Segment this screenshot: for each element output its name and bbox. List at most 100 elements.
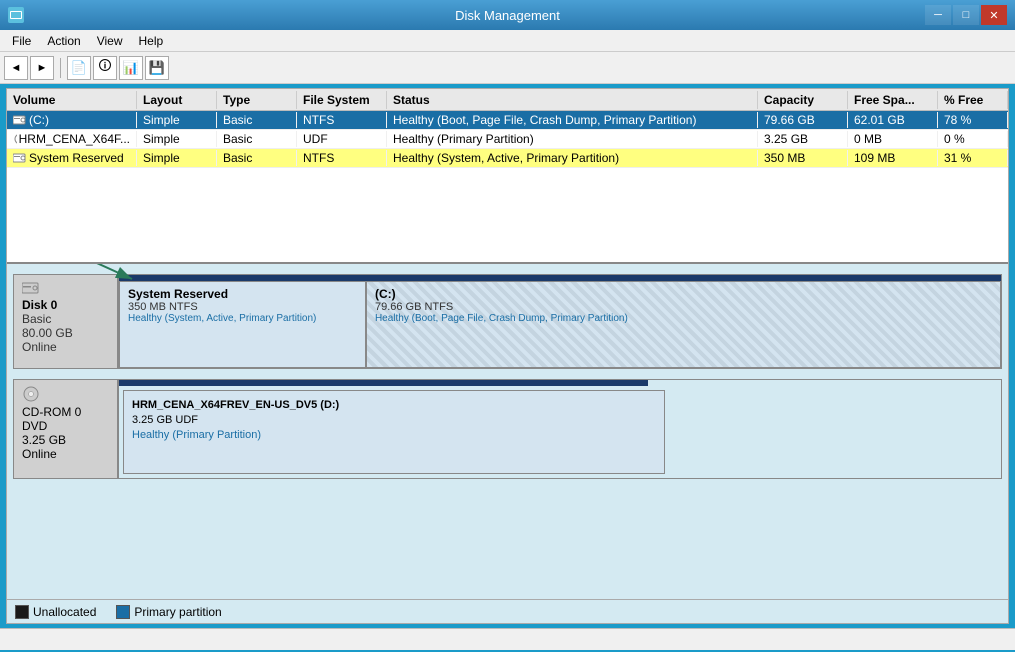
- disk0-label: Disk 0 Basic 80.00 GB Online: [13, 274, 118, 369]
- menu-file[interactable]: File: [4, 32, 39, 50]
- cdrom0-icon: [22, 386, 40, 402]
- partition-name: System Reserved: [128, 287, 357, 301]
- col-header-volume: Volume: [7, 91, 137, 109]
- legend-primary-label: Primary partition: [134, 605, 221, 619]
- cell-capacity: 3.25 GB: [758, 131, 848, 147]
- menu-action[interactable]: Action: [39, 32, 88, 50]
- cell-freespace: 62.01 GB: [848, 112, 938, 128]
- legend-unallocated-box: [15, 605, 29, 619]
- cdrom-vol-size: 3.25 GB UDF: [132, 414, 656, 426]
- toolbar-info[interactable]: 🛈: [93, 56, 117, 80]
- cdrom0-partition-row: HRM_CENA_X64FREV_EN-US_DV5 (D:) 3.25 GB …: [119, 386, 1001, 478]
- cell-freepct: 0 %: [938, 131, 1008, 147]
- toolbar-sep-1: [60, 58, 61, 78]
- cell-type: Basic: [217, 112, 297, 128]
- cdrom0-size: 3.25 GB: [22, 433, 109, 447]
- cell-fs: UDF: [297, 131, 387, 147]
- cell-status: Healthy (Boot, Page File, Crash Dump, Pr…: [387, 112, 758, 128]
- cell-volume: (C:): [7, 112, 137, 128]
- table-row[interactable]: (C:) Simple Basic NTFS Healthy (Boot, Pa…: [7, 111, 1008, 130]
- partition-c-drive[interactable]: (C:) 79.66 GB NTFS Healthy (Boot, Page F…: [366, 281, 1001, 368]
- cell-fs: NTFS: [297, 150, 387, 166]
- legend-primary-box: [116, 605, 130, 619]
- disk-map: Disk 0 Basic 80.00 GB Online System Rese…: [7, 264, 1008, 599]
- col-header-fs: File System: [297, 91, 387, 109]
- cdrom0-status: Online: [22, 447, 109, 461]
- partition-status: Healthy (System, Active, Primary Partiti…: [128, 313, 357, 324]
- disk0-partition-row: System Reserved 350 MB NTFS Healthy (Sys…: [119, 281, 1001, 368]
- cell-layout: Simple: [137, 112, 217, 128]
- col-header-layout: Layout: [137, 91, 217, 109]
- cdrom-vol-status: Healthy (Primary Partition): [132, 429, 656, 441]
- col-header-capacity: Capacity: [758, 91, 848, 109]
- toolbar-new[interactable]: 📄: [67, 56, 91, 80]
- legend-unallocated: Unallocated: [15, 605, 96, 619]
- partition-status: Healthy (Boot, Page File, Crash Dump, Pr…: [375, 313, 992, 324]
- disk0-status: Online: [22, 340, 109, 354]
- title-bar: Disk Management ─ □ ✕: [0, 0, 1015, 30]
- toolbar-forward[interactable]: ►: [30, 56, 54, 80]
- table-row[interactable]: HRM_CENA_X64F... Simple Basic UDF Health…: [7, 130, 1008, 149]
- volume-table: Volume Layout Type File System Status Ca…: [7, 89, 1008, 264]
- maximize-button[interactable]: □: [953, 5, 979, 25]
- toolbar-back[interactable]: ◄: [4, 56, 28, 80]
- minimize-button[interactable]: ─: [925, 5, 951, 25]
- cdrom0-type: DVD: [22, 419, 109, 433]
- cell-layout: Simple: [137, 131, 217, 147]
- cell-volume: HRM_CENA_X64F...: [7, 131, 137, 147]
- cdrom0-name: CD-ROM 0: [22, 405, 109, 419]
- col-header-freepct: % Free: [938, 91, 1008, 109]
- disk0-name: Disk 0: [22, 298, 109, 312]
- cd-icon: [13, 133, 17, 145]
- cell-freepct: 31 %: [938, 150, 1008, 166]
- cell-type: Basic: [217, 131, 297, 147]
- drive-icon: [13, 152, 27, 164]
- cell-fs: NTFS: [297, 112, 387, 128]
- status-bar: [0, 628, 1015, 650]
- cdrom0-label: CD-ROM 0 DVD 3.25 GB Online: [13, 379, 118, 479]
- partition-size: 350 MB NTFS: [128, 301, 357, 313]
- cdrom0-partitions: HRM_CENA_X64FREV_EN-US_DV5 (D:) 3.25 GB …: [118, 379, 1002, 479]
- cdrom-vol-name: HRM_CENA_X64FREV_EN-US_DV5 (D:): [132, 399, 656, 411]
- col-header-freespace: Free Spa...: [848, 91, 938, 109]
- menu-bar: File Action View Help: [0, 30, 1015, 52]
- disk0-icon: [22, 281, 40, 295]
- menu-view[interactable]: View: [89, 32, 131, 50]
- cdrom0-volume[interactable]: HRM_CENA_X64FREV_EN-US_DV5 (D:) 3.25 GB …: [123, 390, 665, 474]
- cdrom0-row: CD-ROM 0 DVD 3.25 GB Online HRM_CENA_X64…: [13, 379, 1002, 479]
- toolbar-save[interactable]: 💾: [145, 56, 169, 80]
- menu-help[interactable]: Help: [131, 32, 172, 50]
- window-title: Disk Management: [0, 8, 1015, 23]
- cell-freespace: 109 MB: [848, 150, 938, 166]
- app-icon: [8, 7, 24, 23]
- disk0-type: Basic: [22, 312, 109, 326]
- cell-status: Healthy (System, Active, Primary Partiti…: [387, 150, 758, 166]
- partition-size: 79.66 GB NTFS: [375, 301, 992, 313]
- cell-type: Basic: [217, 150, 297, 166]
- title-bar-left: [8, 7, 24, 23]
- window-controls: ─ □ ✕: [925, 5, 1007, 25]
- toolbar-chart[interactable]: 📊: [119, 56, 143, 80]
- col-header-status: Status: [387, 91, 758, 109]
- cell-status: Healthy (Primary Partition): [387, 131, 758, 147]
- toolbar: ◄ ► 📄 🛈 📊 💾: [0, 52, 1015, 84]
- cell-capacity: 79.66 GB: [758, 112, 848, 128]
- partition-system-reserved[interactable]: System Reserved 350 MB NTFS Healthy (Sys…: [119, 281, 366, 368]
- legend: Unallocated Primary partition: [7, 599, 1008, 623]
- drive-icon: [13, 114, 27, 126]
- cell-freespace: 0 MB: [848, 131, 938, 147]
- cell-volume: System Reserved: [7, 150, 137, 166]
- disk0-partitions: System Reserved 350 MB NTFS Healthy (Sys…: [118, 274, 1002, 369]
- col-header-type: Type: [217, 91, 297, 109]
- legend-unallocated-label: Unallocated: [33, 605, 96, 619]
- legend-primary: Primary partition: [116, 605, 221, 619]
- table-header: Volume Layout Type File System Status Ca…: [7, 89, 1008, 111]
- disk0-size: 80.00 GB: [22, 326, 109, 340]
- cell-freepct: 78 %: [938, 112, 1008, 128]
- disk0-row: Disk 0 Basic 80.00 GB Online System Rese…: [13, 274, 1002, 369]
- close-button[interactable]: ✕: [981, 5, 1007, 25]
- cell-capacity: 350 MB: [758, 150, 848, 166]
- partition-name: (C:): [375, 287, 992, 301]
- cell-layout: Simple: [137, 150, 217, 166]
- table-row[interactable]: System Reserved Simple Basic NTFS Health…: [7, 149, 1008, 168]
